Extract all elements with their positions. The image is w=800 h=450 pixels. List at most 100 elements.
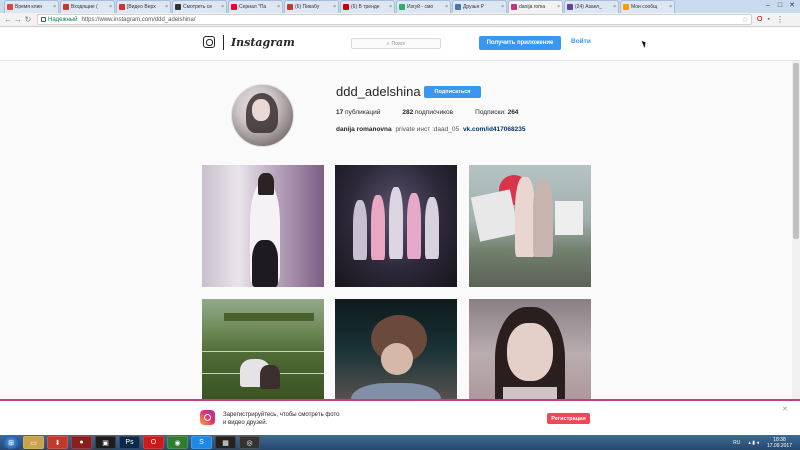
- browser-tab[interactable]: Входящие ( ×: [60, 0, 115, 13]
- search-icon: ⌕: [386, 40, 390, 47]
- windows-taskbar: ⊞ ▭ ⬇ ● ▣ Ps O ◉ S ▦ ◎: [0, 435, 800, 450]
- tab-favicon-icon: [623, 4, 629, 10]
- close-window-button[interactable]: ✕: [786, 0, 798, 11]
- url-text: https://www.instagram.com/ddd_adelshina/: [81, 16, 196, 23]
- taskbar-media-icon[interactable]: ▣: [95, 436, 116, 449]
- browser-tab[interactable]: Сериал "Па ×: [228, 0, 283, 13]
- get-app-button[interactable]: Получить приложение: [479, 36, 561, 50]
- taskbar-obs-icon[interactable]: ◎: [239, 436, 260, 449]
- tab-favicon-icon: [119, 4, 125, 10]
- tab-close-icon[interactable]: ×: [389, 4, 392, 10]
- system-clock[interactable]: 18:38 17.09.2017: [767, 437, 792, 449]
- browser-tab[interactable]: (6) В тренде ×: [340, 0, 395, 13]
- tab-label: Сериал "Па: [239, 4, 267, 10]
- photo-line: [202, 351, 324, 352]
- tab-close-icon[interactable]: ×: [333, 4, 336, 10]
- instagram-wordmark[interactable]: Instagram: [231, 36, 295, 49]
- address-bar: ← → ↻ Надежный https://www.instagram.com…: [0, 13, 800, 27]
- posts-count: 17: [336, 109, 344, 116]
- following-stat[interactable]: Подписки: 264: [475, 109, 518, 116]
- start-button-icon[interactable]: ⊞: [2, 436, 20, 449]
- browser-tab[interactable]: [Видео Верх ×: [116, 0, 171, 13]
- register-button[interactable]: Регистрация: [547, 413, 590, 424]
- browser-tab[interactable]: Мои сообщ ×: [620, 0, 675, 13]
- tab-close-icon[interactable]: ×: [109, 4, 112, 10]
- tab-close-icon[interactable]: ×: [277, 4, 280, 10]
- maximize-button[interactable]: □: [774, 0, 786, 11]
- extension-icon[interactable]: ▪: [767, 16, 769, 23]
- taskbar-app-red-icon[interactable]: ●: [71, 436, 92, 449]
- taskbar-chrome-icon[interactable]: ◉: [167, 436, 188, 449]
- tab-label: danija roma: [519, 4, 546, 10]
- search-input[interactable]: ⌕ Поиск: [351, 38, 441, 49]
- profile-avatar: [231, 84, 294, 147]
- language-indicator[interactable]: RU: [733, 440, 740, 446]
- browser-tab[interactable]: (6) Пикабу ×: [284, 0, 339, 13]
- photo-figure: [533, 179, 553, 257]
- taskbar-opera-icon[interactable]: O: [143, 436, 164, 449]
- tab-label: (6) В тренде: [351, 4, 380, 10]
- tab-favicon-icon: [399, 4, 405, 10]
- tab-close-icon[interactable]: ×: [501, 4, 504, 10]
- tab-close-icon[interactable]: ×: [445, 4, 448, 10]
- photo-figure: [258, 173, 274, 195]
- tab-close-icon[interactable]: ×: [557, 4, 560, 10]
- instagram-app-icon: [200, 410, 215, 425]
- tab-label: [Видео Верх: [127, 4, 156, 10]
- browser-tab[interactable]: Смотреть се ×: [172, 0, 227, 13]
- tab-close-icon[interactable]: ×: [221, 4, 224, 10]
- post-thumbnail[interactable]: [202, 165, 324, 287]
- taskbar-downloader-icon[interactable]: ⬇: [47, 436, 68, 449]
- post-thumbnail[interactable]: [335, 165, 457, 287]
- url-input[interactable]: Надежный https://www.instagram.com/ddd_a…: [37, 14, 752, 25]
- tab-favicon-icon: [63, 4, 69, 10]
- reload-icon[interactable]: ↻: [23, 15, 33, 24]
- tab-label: Друзья Р: [463, 4, 484, 10]
- close-icon[interactable]: ✕: [782, 405, 788, 413]
- taskbar-photoshop-icon[interactable]: Ps: [119, 436, 140, 449]
- scrollbar-thumb[interactable]: [793, 63, 799, 239]
- profile-full-name: danija romanovna: [336, 126, 392, 133]
- forward-icon[interactable]: →: [13, 15, 23, 24]
- followers-count: 282: [402, 109, 414, 116]
- followers-stat[interactable]: 282 подписчиков: [402, 109, 453, 116]
- tab-close-icon[interactable]: ×: [613, 4, 616, 10]
- post-thumbnail[interactable]: [469, 165, 591, 287]
- posts-stat: 17 публикаций: [336, 109, 380, 116]
- minimize-button[interactable]: –: [762, 0, 774, 11]
- profile-bio-text: private инст :daad_05: [395, 126, 460, 133]
- taskbar-app-dark-icon[interactable]: ▦: [215, 436, 236, 449]
- photo-figure: [425, 197, 439, 259]
- login-link[interactable]: Войти: [571, 38, 591, 45]
- follow-button[interactable]: Подписаться: [424, 86, 481, 98]
- tray-icons[interactable]: ▴ ▮ ◂: [748, 440, 759, 446]
- tab-close-icon[interactable]: ×: [165, 4, 168, 10]
- instagram-glyph-icon[interactable]: [203, 36, 215, 48]
- browser-tab[interactable]: Друзья Р ×: [452, 0, 507, 13]
- tab-close-icon[interactable]: ×: [53, 4, 56, 10]
- tab-label: Входящие (: [71, 4, 98, 10]
- profile-link[interactable]: vk.com/id417068235: [463, 126, 526, 133]
- system-tray: RU ▴ ▮ ◂ 18:38 17.09.2017: [733, 437, 792, 449]
- opera-extension-icon[interactable]: O: [757, 16, 762, 23]
- secure-label: Надежный: [48, 16, 78, 23]
- browser-menu-icon[interactable]: ⋮: [776, 15, 784, 24]
- tab-label: Смотреть се: [183, 4, 212, 10]
- photo-figure: [515, 177, 535, 257]
- browser-tab-strip: Время клин × Входящие (× [Видео Верх × Смотре…: [0, 0, 800, 13]
- bookmark-star-icon[interactable]: ☆: [742, 16, 748, 24]
- browser-tab[interactable]: Время клин ×: [4, 0, 59, 13]
- browser-tab[interactable]: Изгуй - смо ×: [396, 0, 451, 13]
- tab-close-icon[interactable]: ×: [669, 4, 672, 10]
- tab-favicon-icon: [175, 4, 181, 10]
- browser-tab[interactable]: (24) Азаел_ ×: [564, 0, 619, 13]
- back-icon[interactable]: ←: [3, 15, 13, 24]
- taskbar-skype-icon[interactable]: S: [191, 436, 212, 449]
- taskbar-folder-icon[interactable]: ▭: [23, 436, 44, 449]
- instagram-header: Instagram ⌕ Поиск Получить приложение Во…: [0, 28, 800, 61]
- photo-figure: [371, 195, 385, 260]
- tab-label: Изгуй - смо: [407, 4, 434, 10]
- browser-tab[interactable]: danija roma ×: [508, 0, 563, 13]
- profile-stats: 17 публикаций 282 подписчиков Подписки: …: [336, 109, 540, 116]
- photo-figure: [555, 201, 583, 235]
